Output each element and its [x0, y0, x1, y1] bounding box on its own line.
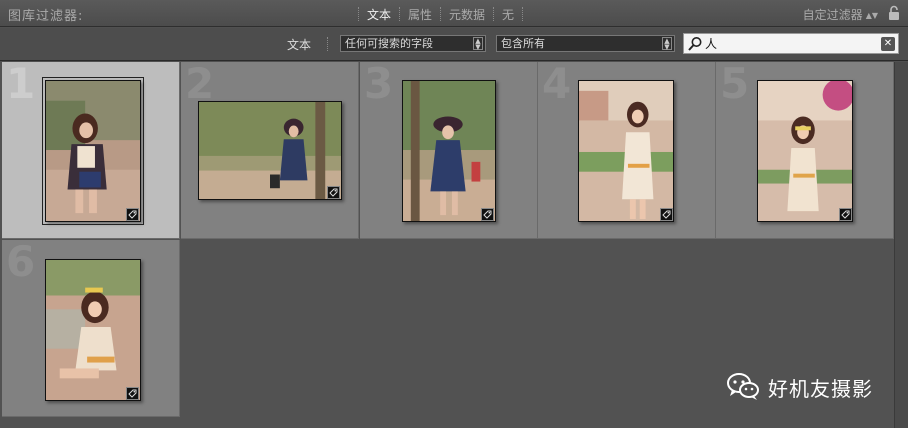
- tab-attribute[interactable]: 属性: [408, 6, 432, 23]
- select-caret-icon: ▲ ▼: [662, 37, 672, 51]
- wechat-icon: [726, 371, 760, 404]
- grid-cell[interactable]: 6: [2, 240, 180, 417]
- grid-cell[interactable]: 3: [360, 62, 538, 239]
- filter-bar-title: 图库过滤器:: [8, 9, 84, 24]
- tab-metadata[interactable]: 元数据: [449, 6, 485, 23]
- photo-thumbnail[interactable]: [578, 80, 674, 222]
- watermark-text: 好机友摄影: [768, 376, 873, 401]
- custom-filter-dropdown[interactable]: 自定过滤器 ▲▼: [803, 6, 878, 23]
- keyword-tag-icon: [327, 186, 340, 199]
- searchable-field-value: 任何可搜索的字段: [345, 37, 433, 50]
- searchable-field-select[interactable]: 任何可搜索的字段 ▲ ▼: [340, 35, 486, 52]
- grid-cell[interactable]: 1: [2, 62, 180, 239]
- keyword-tag-icon: [126, 387, 139, 400]
- cell-index: 3: [364, 59, 394, 108]
- library-filter-bar: 图库过滤器: 文本 属性 元数据 无 自定过滤器 ▲▼: [0, 0, 908, 27]
- tab-divider: [522, 7, 524, 21]
- lock-icon[interactable]: [888, 5, 900, 21]
- match-rule-value: 包含所有: [501, 37, 545, 50]
- text-filter-row: 文本 任何可搜索的字段 ▲▼ 包含所有 ▲▼ ✕: [0, 28, 908, 61]
- filter-tabs: 文本 属性 元数据 无: [350, 6, 531, 22]
- magnifier-icon[interactable]: [687, 36, 703, 52]
- photo-thumbnail[interactable]: [402, 80, 496, 222]
- tab-text[interactable]: 文本: [367, 6, 391, 23]
- photo-thumbnail[interactable]: [757, 80, 853, 222]
- watermark: 好机友摄影: [726, 370, 873, 404]
- text-filter-label: 文本: [287, 38, 312, 52]
- match-rule-select[interactable]: 包含所有 ▲ ▼: [496, 35, 675, 52]
- cell-index: 5: [720, 59, 750, 108]
- grid-cell[interactable]: 2: [181, 62, 359, 239]
- updown-arrows-icon: ▲▼: [865, 11, 878, 20]
- search-field[interactable]: ✕: [683, 33, 899, 54]
- keyword-tag-icon: [126, 208, 139, 221]
- keyword-tag-icon: [660, 208, 673, 221]
- photo-thumbnail[interactable]: [42, 77, 144, 225]
- tab-divider: [440, 7, 442, 21]
- photo-thumbnail[interactable]: [45, 259, 141, 401]
- clear-icon[interactable]: ✕: [881, 37, 895, 51]
- custom-filter-label: 自定过滤器: [802, 8, 863, 22]
- tab-divider: [358, 7, 359, 21]
- row-divider: [327, 37, 328, 51]
- cell-index: 1: [6, 59, 36, 108]
- photo-thumbnail[interactable]: [198, 101, 342, 200]
- tab-divider: [399, 7, 401, 21]
- tab-none[interactable]: 无: [502, 6, 514, 23]
- keyword-tag-icon: [839, 208, 852, 221]
- cell-index: 4: [542, 59, 572, 108]
- grid-scrollbar[interactable]: [894, 62, 908, 428]
- grid-cell[interactable]: 4: [538, 62, 716, 239]
- grid-cell[interactable]: 5: [716, 62, 894, 239]
- keyword-tag-icon: [481, 208, 494, 221]
- select-caret-icon: ▲ ▼: [473, 37, 483, 51]
- cell-index: 6: [6, 237, 36, 286]
- cell-index: 2: [185, 59, 215, 108]
- search-input[interactable]: [705, 36, 875, 51]
- tab-divider: [493, 7, 495, 21]
